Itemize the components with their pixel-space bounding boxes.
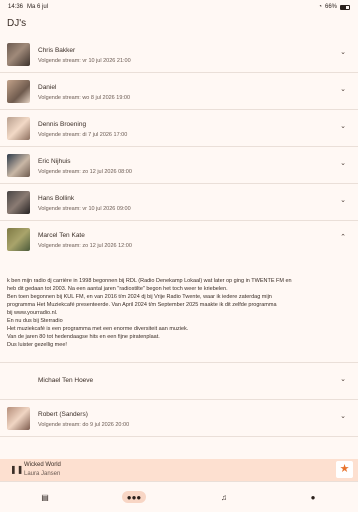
dj-item[interactable]: Chris Bakker Volgende stream: vr 10 jul … [0, 36, 358, 73]
dj-item-expanded[interactable]: Marcel Ten Kate Volgende stream: zo 12 j… [0, 221, 358, 363]
dj-item[interactable]: Dennis Broening Volgende stream: di 7 ju… [0, 110, 358, 147]
track-title: Wicked World [24, 462, 61, 468]
dj-item[interactable]: Eric Nijhuis Volgende stream: zo 12 jul … [0, 147, 358, 184]
dj-name: Daniel [38, 84, 57, 91]
chevron-down-icon[interactable]: ⌄ [340, 85, 346, 93]
dj-list: Chris Bakker Volgende stream: vr 10 jul … [0, 36, 358, 437]
avatar [7, 191, 30, 214]
bottom-navigation: ▤ ●●● ♫ ● [0, 481, 358, 512]
dj-next-stream: Volgende stream: di 7 jul 2026 17:00 [38, 132, 128, 138]
battery-icon [340, 4, 350, 10]
avatar [7, 43, 30, 66]
mini-player[interactable]: ❚❚ Wicked World Laura Jansen ★ [0, 459, 358, 481]
music-icon[interactable]: ♫ [212, 491, 236, 503]
people-icon[interactable]: ●●● [122, 491, 146, 503]
page-title: DJ's [7, 18, 27, 29]
dj-next-stream: Volgende stream: vr 10 jul 2026 21:00 [38, 58, 131, 64]
dj-name: Marcel Ten Kate [38, 232, 85, 239]
dj-name: Chris Bakker [38, 47, 76, 54]
wifi-icon: ◔ [318, 4, 322, 10]
dj-next-stream: Volgende stream: do 9 jul 2026 20:00 [38, 422, 130, 428]
dj-name: Robert (Sanders) [38, 411, 88, 418]
avatar [7, 228, 30, 251]
chevron-up-icon[interactable]: ⌃ [340, 233, 346, 241]
chevron-down-icon[interactable]: ⌄ [340, 48, 346, 56]
pause-icon[interactable]: ❚❚ [10, 465, 23, 474]
avatar [7, 117, 30, 140]
dj-item[interactable]: Hans Bollink Volgende stream: vr 10 jul … [0, 184, 358, 221]
dj-next-stream: Volgende stream: zo 12 jul 2026 12:00 [38, 243, 132, 249]
dj-next-stream: Volgende stream: wo 8 jul 2026 19:00 [38, 95, 131, 101]
status-date: Ma 6 jul [27, 4, 49, 10]
dj-name: Michael Ten Hoeve [38, 377, 94, 384]
chevron-down-icon[interactable]: ⌄ [340, 375, 346, 383]
news-icon[interactable]: ▤ [33, 491, 57, 503]
status-time: 14:36 [8, 4, 24, 10]
dj-item[interactable]: Daniel Volgende stream: wo 8 jul 2026 19… [0, 73, 358, 110]
battery-percent: 66% [324, 4, 337, 10]
chevron-down-icon[interactable]: ⌄ [340, 196, 346, 204]
person-icon[interactable]: ● [301, 491, 325, 503]
dj-item[interactable]: Robert (Sanders) Volgende stream: do 9 j… [0, 400, 358, 437]
chevron-down-icon[interactable]: ⌄ [340, 159, 346, 167]
chevron-down-icon[interactable]: ⌄ [340, 122, 346, 130]
dj-next-stream: Volgende stream: zo 12 jul 2026 08:00 [38, 169, 132, 175]
dj-next-stream: Volgende stream: vr 10 jul 2026 09:00 [38, 206, 131, 212]
station-logo: ★ [336, 461, 353, 478]
avatar [7, 154, 30, 177]
avatar [7, 80, 30, 103]
dj-item[interactable]: Michael Ten Hoeve ⌄ [0, 363, 358, 400]
dj-name: Dennis Broening [38, 121, 87, 128]
dj-name: Eric Nijhuis [38, 158, 71, 165]
status-bar: 14:36 Ma 6 jul ◔ 66% [0, 0, 358, 14]
avatar [7, 407, 30, 430]
dj-bio: k ben mijn radio dj carrière in 1998 beg… [7, 278, 292, 348]
dj-name: Hans Bollink [38, 195, 75, 202]
chevron-down-icon[interactable]: ⌄ [340, 412, 346, 420]
track-artist: Laura Jansen [24, 471, 61, 477]
